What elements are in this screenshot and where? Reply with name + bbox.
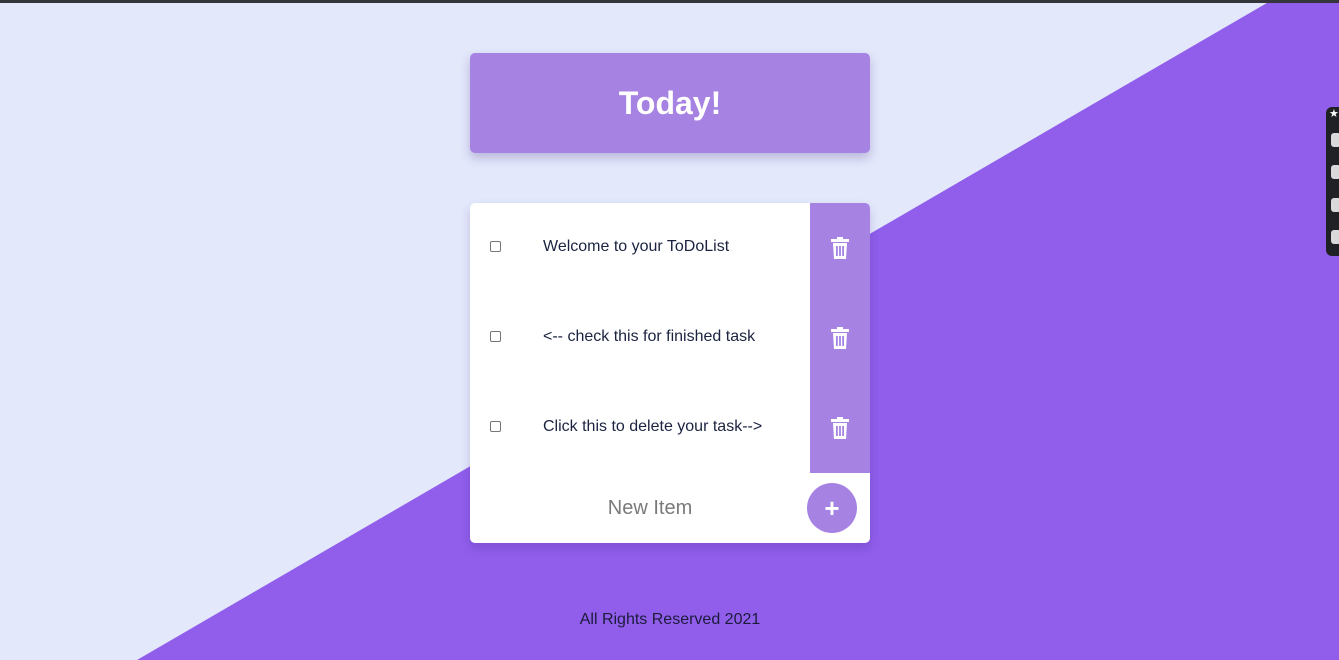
todo-list-card: Welcome to your ToDoList <-- check this … xyxy=(470,203,870,543)
copy-icon[interactable] xyxy=(1331,198,1339,212)
list-item: Click this to delete your task--> xyxy=(470,383,870,473)
item-label: Welcome to your ToDoList xyxy=(543,238,730,255)
trash-icon xyxy=(831,237,849,259)
item-checkbox[interactable] xyxy=(490,331,501,342)
list-item: <-- check this for finished task xyxy=(470,293,870,383)
delete-button[interactable] xyxy=(810,203,870,293)
item-label: <-- check this for finished task xyxy=(543,328,756,345)
item-label: Click this to delete your task--> xyxy=(543,418,763,435)
puzzle-icon[interactable] xyxy=(1331,230,1339,244)
new-item-input[interactable] xyxy=(530,492,770,524)
footer-text: All Rights Reserved 2021 xyxy=(579,611,761,628)
pin-icon[interactable]: ★ xyxy=(1329,107,1339,121)
title-banner: Today! xyxy=(470,53,870,153)
item-checkbox[interactable] xyxy=(490,241,501,252)
new-item-row: + xyxy=(470,473,870,543)
plus-icon: + xyxy=(824,492,840,523)
add-item-button[interactable]: + xyxy=(807,483,857,533)
list-item: Welcome to your ToDoList xyxy=(470,203,870,293)
square-icon[interactable] xyxy=(1331,165,1339,179)
item-checkbox[interactable] xyxy=(490,421,501,432)
side-toolbar: ★ xyxy=(1326,107,1339,256)
page-title: Today! xyxy=(618,84,722,121)
delete-button[interactable] xyxy=(810,383,870,473)
browser-top-edge xyxy=(0,0,1339,3)
trash-icon xyxy=(831,327,849,349)
delete-button[interactable] xyxy=(810,293,870,383)
camera-icon[interactable] xyxy=(1331,133,1339,147)
trash-icon xyxy=(831,417,849,439)
